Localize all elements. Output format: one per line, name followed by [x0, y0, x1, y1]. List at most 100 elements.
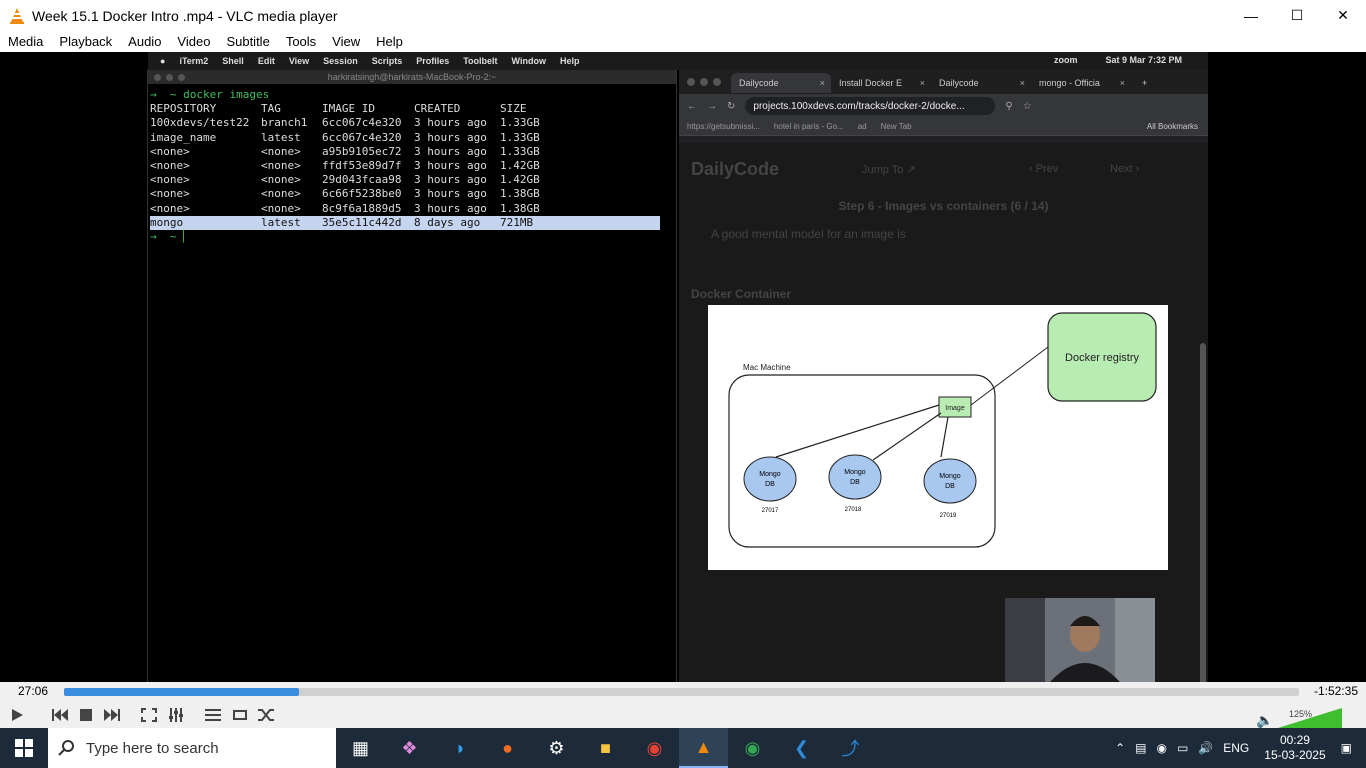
forward-icon[interactable]: → [707, 101, 717, 112]
chrome-profile-icon[interactable]: ◉ [728, 728, 777, 768]
speaker-icon: 🔈 [1256, 712, 1273, 728]
azure-data-studio-icon[interactable]: ⤴ [826, 728, 875, 768]
cell-size: 1.38GB [500, 201, 540, 215]
tab-close-icon[interactable]: × [1120, 78, 1125, 88]
minimize-button[interactable]: — [1228, 0, 1274, 31]
tab-dailycode[interactable]: Dailycode × [731, 73, 831, 93]
cell-tag: <none> [261, 201, 301, 215]
volume-level [1278, 708, 1342, 728]
scrollbar[interactable] [1200, 343, 1206, 682]
tab-close-icon[interactable]: × [1020, 78, 1025, 88]
display-icon[interactable]: ▤ [1135, 741, 1146, 755]
loop-button[interactable] [229, 704, 251, 726]
volume-icon[interactable]: 🔊 [1198, 741, 1213, 755]
menu-tools[interactable]: Tools [286, 34, 316, 49]
seek-progress [64, 688, 299, 696]
copilot-icon[interactable]: ❖ [385, 728, 434, 768]
cell-image-id: 8c9f6a1889d5 [322, 201, 402, 215]
diagram-svg: Mac Machine Docker registry Image Mongo … [728, 312, 1157, 548]
traffic-light-icon [713, 78, 721, 86]
globe-icon[interactable]: ◉ [1156, 741, 1166, 755]
cell-tag: branch1 [261, 116, 308, 130]
pen-app-icon[interactable]: ● [483, 728, 532, 768]
db2-sub: DB [850, 479, 860, 486]
menu-media[interactable]: Media [8, 34, 43, 49]
shuffle-button[interactable] [255, 704, 277, 726]
mac-datetime: Sat 9 Mar 7:32 PM [1105, 55, 1182, 65]
tab-mongo[interactable]: mongo - Officia × [1031, 73, 1131, 93]
site-brand[interactable]: DailyCode [691, 159, 779, 180]
close-button[interactable]: ✕ [1320, 0, 1366, 31]
bookmark-star-icon[interactable]: ☆ [1023, 101, 1032, 112]
previous-button[interactable] [49, 704, 71, 726]
back-icon[interactable]: ← [687, 101, 697, 112]
windows-icon [15, 739, 33, 757]
terminal-command: → ~ docker images [150, 88, 270, 101]
arrow-db2 [872, 412, 942, 461]
play-button[interactable] [6, 704, 28, 726]
chrome-icon[interactable]: ◉ [630, 728, 679, 768]
tab-close-icon[interactable]: × [820, 78, 825, 88]
task-view-icon[interactable]: ▦ [336, 728, 385, 768]
tab-close-icon[interactable]: × [920, 78, 925, 88]
remaining-time[interactable]: -1:52:35 [1314, 684, 1358, 698]
start-button[interactable] [0, 728, 48, 768]
zoom-icon[interactable]: ⚲ [1005, 101, 1012, 112]
menu-view[interactable]: View [332, 34, 360, 49]
language-indicator[interactable]: ENG [1223, 741, 1249, 755]
vlc-taskbar-icon[interactable]: ▲ [679, 728, 728, 768]
shuffle-icon [258, 709, 274, 721]
clock-date: 15-03-2025 [1264, 748, 1326, 762]
cell-created: 8 days ago [414, 215, 481, 229]
playlist-button[interactable] [202, 704, 224, 726]
taskbar-search[interactable]: Type here to search [48, 728, 336, 768]
menu-subtitle[interactable]: Subtitle [226, 34, 269, 49]
all-bookmarks[interactable]: All Bookmarks [1147, 122, 1198, 131]
volume-slider[interactable]: 🔈 [1256, 708, 1346, 728]
fullscreen-button[interactable] [138, 704, 160, 726]
video-frame[interactable]: ● iTerm2 Shell Edit View Session Scripts… [0, 52, 1366, 682]
extended-settings-button[interactable] [165, 704, 187, 726]
bookmark-item[interactable]: New Tab [881, 122, 912, 131]
mac-menu-scripts: Scripts [371, 56, 403, 66]
fullscreen-icon [141, 708, 157, 722]
menu-video[interactable]: Video [177, 34, 210, 49]
notification-icon[interactable]: ▣ [1341, 741, 1352, 755]
taskbar: Type here to search ▦ ❖ ◑ ● ⚙ ■ ◉ ▲ ◉ ❮ … [0, 728, 1366, 768]
settings-icon[interactable]: ⚙ [532, 728, 581, 768]
tab-label: Dailycode [739, 78, 779, 88]
menu-audio[interactable]: Audio [128, 34, 161, 49]
vscode-icon[interactable]: ❮ [777, 728, 826, 768]
chevron-up-icon[interactable]: ⌃ [1115, 741, 1125, 755]
menu-help[interactable]: Help [376, 34, 403, 49]
mac-menu-toolbelt: Toolbelt [463, 56, 498, 66]
table-row: <none> <none> 6c66f5238be0 3 hours ago 1.38G… [150, 187, 674, 201]
stop-button[interactable] [75, 704, 97, 726]
presenter-image [1005, 598, 1155, 682]
maximize-button[interactable]: ☐ [1274, 0, 1320, 31]
file-explorer-icon[interactable]: ■ [581, 728, 630, 768]
bookmark-item[interactable]: ad [858, 122, 867, 131]
bookmark-item[interactable]: https://getsubmissi... [687, 122, 760, 131]
db3-sub: DB [945, 483, 955, 490]
clock[interactable]: 00:29 15-03-2025 [1264, 733, 1325, 763]
reload-icon[interactable]: ↻ [727, 101, 735, 112]
next-button[interactable] [101, 704, 123, 726]
address-bar[interactable]: projects.100xdevs.com/tracks/docker-2/do… [745, 97, 996, 115]
skip-back-icon [52, 709, 68, 721]
cell-image-id: 35e5c11c442d [322, 215, 402, 229]
browser-toolbar: ← → ↻ projects.100xdevs.com/tracks/docke… [679, 94, 1208, 118]
edge-icon[interactable]: ◑ [434, 728, 483, 768]
menu-playback[interactable]: Playback [59, 34, 112, 49]
new-tab-button[interactable]: + [1134, 73, 1158, 93]
bookmark-item[interactable]: hotel in paris - Go... [774, 122, 844, 131]
tab-dailycode-2[interactable]: Dailycode × [931, 73, 1031, 93]
tab-install-docker[interactable]: Install Docker E × [831, 73, 931, 93]
seek-bar[interactable] [64, 688, 1299, 696]
battery-icon[interactable]: ▭ [1177, 741, 1188, 755]
loop-icon [233, 710, 247, 720]
next-link[interactable]: Next › [1110, 163, 1139, 175]
skip-forward-icon [104, 709, 120, 721]
prev-link[interactable]: ‹ Prev [1029, 163, 1058, 175]
jump-to-link[interactable]: Jump To ↗ [862, 163, 916, 176]
